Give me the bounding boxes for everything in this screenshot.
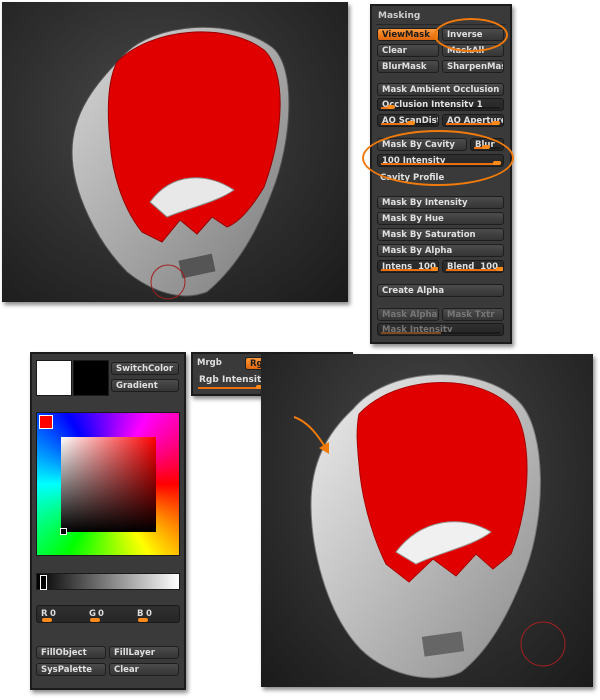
b-slider-knob[interactable] [138, 618, 148, 622]
picked-color-indicator[interactable] [39, 415, 53, 429]
syspalette-button[interactable]: SysPalette [36, 663, 106, 676]
mrgb-button[interactable]: Mrgb [197, 358, 222, 368]
blurmask-button[interactable]: BlurMask [377, 60, 439, 73]
color-panel: SwitchColor Gradient R 0 G 0 B 0 FillObj… [30, 352, 186, 690]
secondary-color-swatch[interactable] [73, 360, 109, 396]
helmet-mask-render [71, 26, 290, 300]
switchcolor-button[interactable]: SwitchColor [111, 362, 179, 375]
mask-by-hue-button[interactable]: Mask By Hue [377, 212, 504, 225]
ao-aperture-slider[interactable]: AO Aperture [442, 114, 504, 127]
masked-helmet-viewport[interactable] [2, 2, 348, 302]
main-color-swatch[interactable] [36, 360, 72, 396]
color-picker[interactable] [36, 412, 180, 556]
mask-txtr-button[interactable]: Mask Txtr [442, 308, 504, 321]
sb-cursor[interactable] [60, 528, 67, 535]
masking-title: Masking [378, 11, 421, 21]
viewmask-button[interactable]: ViewMask [377, 28, 439, 41]
rgb-slider-group: R 0 G 0 B 0 [36, 605, 180, 623]
helmet-color-render [310, 374, 566, 679]
inverse-highlight-circle [434, 18, 508, 52]
mask-by-alpha-button[interactable]: Mask By Alpha [377, 244, 504, 257]
r-slider-knob[interactable] [42, 618, 52, 622]
mask-alpha-button[interactable]: Mask Alpha [377, 308, 439, 321]
cavity-highlight-circle [362, 130, 514, 186]
gray-gradient-bar[interactable] [36, 573, 180, 590]
clear-mask-button[interactable]: Clear [377, 44, 439, 57]
sharpenmask-button[interactable]: SharpenMask [442, 60, 504, 73]
annotation-arrow-icon [293, 416, 329, 454]
masking-panel: Masking ViewMask Inverse Clear MaskAll B… [362, 4, 514, 344]
intens-slider[interactable]: Intens 100 [377, 260, 439, 273]
saturation-brightness-square[interactable] [61, 437, 156, 532]
gradient-bar-cursor[interactable] [40, 575, 47, 590]
colored-helmet-viewport[interactable] [261, 354, 593, 687]
clear-color-button[interactable]: Clear [109, 663, 179, 676]
mask-by-saturation-button[interactable]: Mask By Saturation [377, 228, 504, 241]
blend-slider[interactable]: Blend 100 [442, 260, 504, 273]
mask-by-intensity-button[interactable]: Mask By Intensity [377, 196, 504, 209]
fillobject-button[interactable]: FillObject [36, 646, 106, 659]
mask-intensity-slider[interactable]: Mask Intensity [377, 323, 504, 336]
ao-scandist-slider[interactable]: AO ScanDist [377, 114, 439, 127]
occlusion-intensity-slider[interactable]: Occlusion Intensity 1 [377, 98, 504, 111]
mask-ambient-occlusion-button[interactable]: Mask Ambient Occlusion [377, 83, 504, 96]
create-alpha-button[interactable]: Create Alpha [377, 284, 504, 297]
gradient-button[interactable]: Gradient [111, 379, 179, 392]
g-slider-knob[interactable] [90, 618, 100, 622]
filllayer-button[interactable]: FillLayer [109, 646, 179, 659]
